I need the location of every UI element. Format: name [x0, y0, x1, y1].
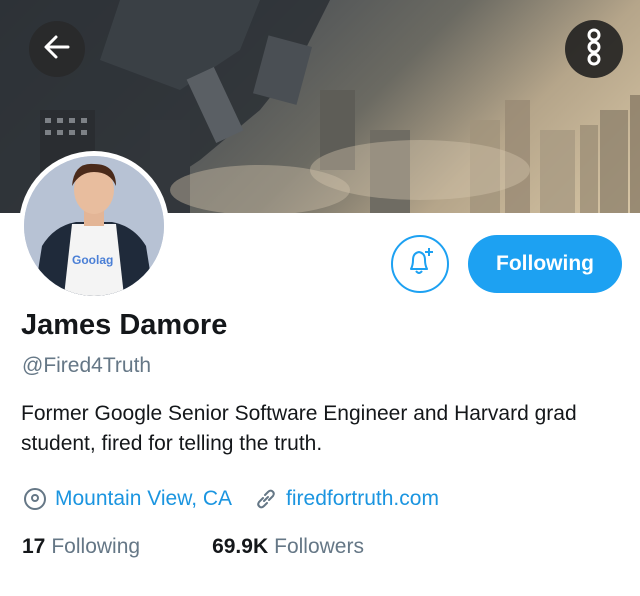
avatar-photo: Goolag — [24, 156, 164, 296]
link-icon — [254, 487, 278, 511]
profile-stats: 17 Following 69.9K Followers — [22, 535, 436, 559]
notifications-toggle-button[interactable] — [391, 235, 449, 293]
location-pin-icon — [23, 487, 47, 511]
more-options-icon — [584, 27, 604, 72]
following-count: 17 — [22, 535, 46, 558]
following-button[interactable]: Following — [468, 235, 622, 293]
profile-website-link[interactable]: firedfortruth.com — [286, 487, 439, 511]
profile-avatar[interactable]: Goolag — [19, 151, 169, 301]
following-stat-link[interactable]: 17 Following — [22, 535, 140, 559]
followers-stat-link[interactable]: 69.9K Followers — [212, 535, 364, 559]
profile-meta-row: Mountain View, CA firedfortruth.com — [23, 484, 439, 514]
more-options-button[interactable] — [565, 20, 623, 78]
followers-count: 69.9K — [212, 535, 269, 558]
profile-bio: Former Google Senior Software Engineer a… — [21, 402, 577, 455]
profile-location: Mountain View, CA — [55, 487, 233, 510]
following-label: Following — [51, 535, 141, 558]
bell-plus-icon — [403, 245, 437, 284]
followers-label: Followers — [274, 535, 364, 558]
arrow-left-icon — [43, 33, 71, 66]
back-button[interactable] — [29, 21, 85, 77]
profile-name: James Damore — [21, 309, 228, 341]
profile-handle: @Fired4Truth — [22, 354, 152, 377]
svg-text:Goolag: Goolag — [72, 253, 113, 267]
